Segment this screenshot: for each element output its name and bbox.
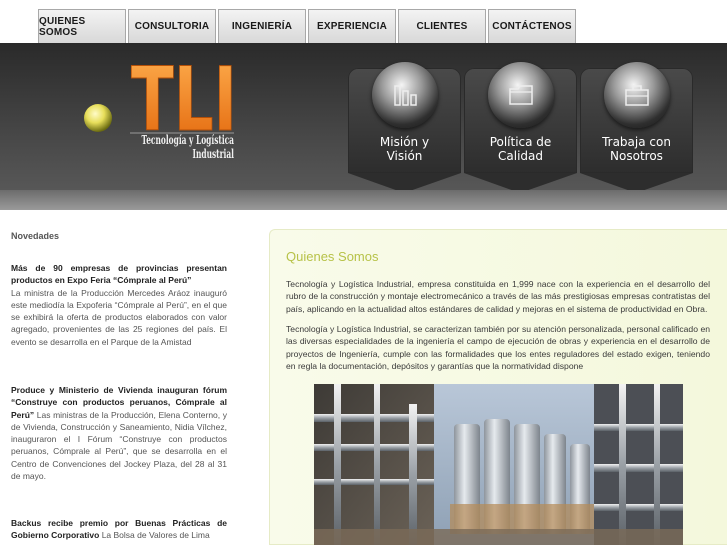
card-mision-vision[interactable]: Misión y Visión [348, 62, 461, 193]
card-politica-calidad[interactable]: Política de Calidad [464, 62, 577, 193]
sidebar-title: Novedades [11, 231, 60, 241]
nav-ingenieria[interactable]: INGENIERÍA [218, 9, 306, 43]
top-navigation: QUIENES SOMOS CONSULTORIA INGENIERÍA EXP… [0, 0, 727, 43]
logo-graphic: TLI [84, 48, 238, 152]
industrial-plant-photo [314, 384, 683, 545]
card-trabaja-con-nosotros[interactable]: Trabaja con Nosotros [580, 62, 693, 193]
nav-quienes-somos[interactable]: QUIENES SOMOS [38, 9, 126, 43]
nav-label: CONTÁCTENOS [492, 21, 572, 32]
intro-paragraph: Tecnología y Logística Industrial, empre… [286, 279, 710, 314]
card-label: Trabaja con Nosotros [602, 135, 671, 163]
bar-chart-icon [394, 85, 417, 106]
nav-consultoria[interactable]: CONSULTORIA [128, 9, 216, 43]
logo-tagline: Tecnología y Logística Industrial [141, 133, 234, 161]
card-label: Misión y Visión [379, 135, 430, 163]
header-divider [0, 190, 727, 210]
news-sidebar: Novedades [0, 210, 240, 545]
page-title: Quienes Somos [286, 249, 379, 264]
news-item[interactable]: Produce y Ministerio de Vivienda inaugur… [11, 384, 227, 482]
news-item[interactable]: Más de 90 empresas de provincias present… [11, 262, 227, 348]
nav-label: INGENIERÍA [231, 21, 293, 32]
news-body: La ministra de la Producción Mercedes Ar… [11, 287, 227, 347]
nav-clientes[interactable]: CLIENTES [398, 9, 486, 43]
detail-paragraph: Tecnología y Logística Industrial, se ca… [286, 324, 710, 371]
nav-label: CONSULTORIA [134, 21, 210, 32]
logo-letters: TLI [131, 63, 234, 135]
card-label: Política de Calidad [489, 135, 552, 163]
news-body: La Bolsa de Valores de Lima [101, 530, 210, 541]
nav-label: QUIENES SOMOS [39, 15, 86, 38]
nav-contactenos[interactable]: CONTÁCTENOS [488, 9, 576, 43]
news-headline[interactable]: Más de 90 empresas de provincias present… [11, 263, 227, 285]
card-circle [604, 62, 670, 128]
card-circle [488, 62, 554, 128]
folder-icon [509, 85, 533, 105]
card-circle [372, 62, 438, 128]
briefcase-icon [625, 85, 649, 106]
nav-label: CLIENTES [416, 21, 468, 32]
nav-experiencia[interactable]: EXPERIENCIA [308, 9, 396, 43]
tli-logo[interactable]: TLI Tecnología y Logística Industrial [84, 48, 238, 163]
nav-label: EXPERIENCIA [317, 21, 387, 32]
news-body: Las ministras de la Producción, Elena Co… [11, 409, 227, 482]
news-item[interactable]: Backus recibe premio por Buenas Práctica… [11, 517, 227, 542]
header-banner: TLI Tecnología y Logística Industrial Mi… [0, 43, 727, 210]
